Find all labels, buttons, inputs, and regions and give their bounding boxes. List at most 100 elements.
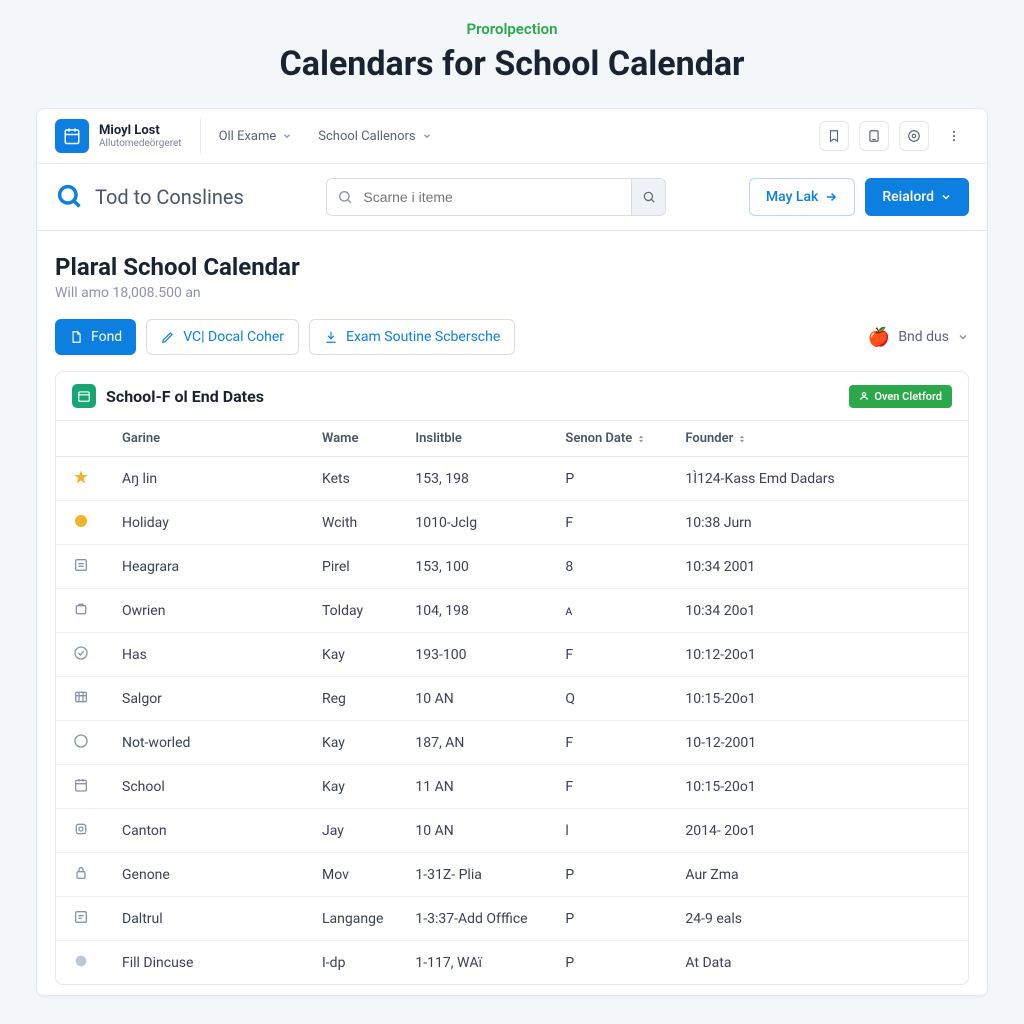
brand-sub: Allutomedeörgeret [99,138,182,149]
row-icon [72,468,90,486]
vc-docal-button[interactable]: VC| Docal Coher [146,319,299,355]
col-label: Founder [685,431,733,446]
table-row[interactable]: HasKay193-100F10:12-20o1 [56,633,968,677]
fond-button[interactable]: Fond [55,319,136,355]
table-row[interactable]: CantonJay10 ANl2014- 20o1 [56,809,968,853]
button-label: May Lak [766,189,818,205]
app-card: Mioyl Lost Allutomedeörgeret Oll Exame S… [36,108,988,996]
search-input[interactable] [363,179,631,215]
nav-label: School Callenors [318,129,415,144]
chevron-down-icon [282,131,292,141]
search-left: Tod to Conslines [55,182,244,212]
cell-inst: 193-100 [399,633,549,677]
cell-inst: 1-31Z- Plia [399,853,549,897]
brand-name: Mioyl Lost [99,123,182,138]
oven-cletford-button[interactable]: Oven Cletford [849,385,952,408]
cell-seson: Q [549,677,669,721]
col-garine[interactable]: Garine [106,421,306,457]
device-icon[interactable] [859,121,889,151]
table-row[interactable]: Not-worledKay187, ANF10-12-2001 [56,721,968,765]
search-right: May Lak Reialord [749,178,969,216]
cell-wame: Langange [306,897,399,941]
row-icon [72,688,90,706]
cell-wame: Wcith [306,501,399,545]
chevron-down-icon [940,191,952,203]
table-header-left: School-F ol End Dates [72,384,264,408]
cell-name: Salgor [106,677,306,721]
cell-founder: 1Ì124-Kass Emd Dadars [669,457,968,501]
cell-inst: 153, 198 [399,457,549,501]
table-row[interactable]: SchoolKay11 ANF10:15-20o1 [56,765,968,809]
cell-founder: 10:15-20o1 [669,765,968,809]
reialord-button[interactable]: Reialord [865,178,969,216]
more-icon[interactable] [939,121,969,151]
cell-seson: F [549,501,669,545]
col-inslitble[interactable]: Inslitble [399,421,549,457]
table-row[interactable]: SalgorReg10 ANQ10:15-20o1 [56,677,968,721]
cell-founder: 10:12-20o1 [669,633,968,677]
content-title: Plaral School Calendar [55,253,969,281]
chevron-down-icon [422,131,432,141]
table-row[interactable]: DaltrulLangange1-3:37-Add OffficeP24-9 e… [56,897,968,941]
table-row[interactable]: Fill DincuseI-dp1-117, WАïPAt Data [56,941,968,985]
cell-name: Daltrul [106,897,306,941]
row-icon [72,644,90,662]
col-wame[interactable]: Wame [306,421,399,457]
end-dropdown[interactable]: 🍎 Bnd dus [868,327,969,348]
content-subtitle: Will amo 18,008.500 an [55,285,969,301]
table-row[interactable]: OwrienTolday104, 198ᴀ10:34 20o1 [56,589,968,633]
col-icon [56,421,106,457]
row-icon [72,512,90,530]
table-row[interactable]: GenoneMov1-31Z- PliaPAur Zma [56,853,968,897]
dropdown-label: Bnd dus [898,329,949,345]
exam-sout-button[interactable]: Exam Soutine Scbersche [309,319,515,355]
product-caption: Prorolpection [0,20,1024,38]
cell-founder: 10:34 2001 [669,545,968,589]
table-row[interactable]: HeagraraPirel153, 100810:34 2001 [56,545,968,589]
arrow-right-icon [824,190,838,204]
button-label: Reialord [882,189,934,205]
bookmark-icon[interactable] [819,121,849,151]
sort-icon [737,434,747,444]
cell-wame: I-dp [306,941,399,985]
row-icon [72,556,90,574]
download-icon [324,330,338,344]
col-senon-date[interactable]: Senon Date [549,421,669,457]
circle-icon[interactable] [899,121,929,151]
apple-icon: 🍎 [868,327,890,348]
nav-item-oll-exame[interactable]: Oll Exame [219,129,293,144]
cell-name: Owrien [106,589,306,633]
cell-inst: 1-3:37-Add Offfice [399,897,549,941]
table-row[interactable]: Aŋ linKets153, 198P1Ì124-Kass Emd Dadars [56,457,968,501]
cell-seson: 8 [549,545,669,589]
may-lak-button[interactable]: May Lak [749,178,855,216]
cell-seson: P [549,457,669,501]
cell-wame: Kay [306,765,399,809]
edit-icon [161,330,175,344]
cell-inst: 153, 100 [399,545,549,589]
nav-item-school-callenors[interactable]: School Callenors [318,129,431,144]
document-icon [69,330,83,344]
header-bar: Mioyl Lost Allutomedeörgeret Oll Exame S… [37,109,987,164]
cell-name: Holiday [106,501,306,545]
cell-seson: l [549,809,669,853]
search-input-group[interactable] [326,178,666,216]
cell-wame: Tolday [306,589,399,633]
cell-founder: 10-12-2001 [669,721,968,765]
calendar-badge-icon [72,384,96,408]
row-icon [72,864,90,882]
cell-inst: 104, 198 [399,589,549,633]
cell-inst: 1-117, WАï [399,941,549,985]
cell-wame: Jay [306,809,399,853]
nav-label: Oll Exame [219,129,277,144]
table-row[interactable]: HolidayWcith1010-JclgF10:38 Jurn [56,501,968,545]
logo-block[interactable]: Mioyl Lost Allutomedeörgeret [55,119,201,153]
search-icon [327,189,363,205]
cell-name: Aŋ lin [106,457,306,501]
search-submit-icon[interactable] [631,179,665,215]
cell-seson: P [549,853,669,897]
logo-icon [55,119,89,153]
col-founder[interactable]: Founder [669,421,968,457]
cell-seson: F [549,765,669,809]
cell-founder: 2014- 20o1 [669,809,968,853]
